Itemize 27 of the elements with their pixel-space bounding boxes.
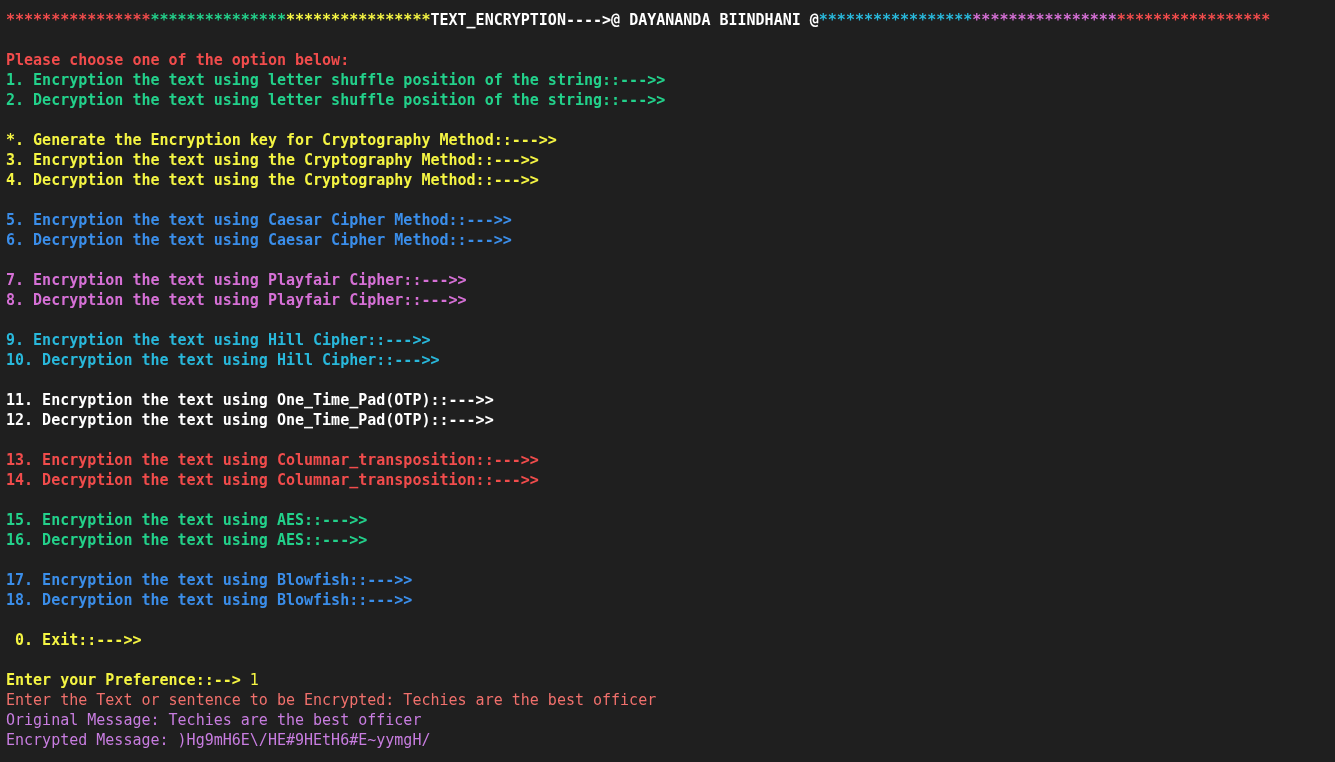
menu-option: 16. Decryption the text using AES::--->> [6, 530, 368, 550]
menu-option: 5. Encryption the text using Caesar Cipher Method::--->> [6, 210, 512, 230]
menu-option: 11. Encryption the text using One_Time_Pad(OTP)::--->> [6, 390, 494, 410]
input-value: 1 [249, 670, 259, 690]
prompt-label: Enter your Preference::--> [6, 670, 241, 690]
menu-option: 14. Decryption the text using Columnar_transposition::--->> [6, 470, 539, 490]
menu-option: 3. Encryption the text using the Cryptography Method::--->> [6, 150, 539, 170]
menu-option: 7. Encryption the text using Playfair Cipher::--->> [6, 270, 467, 290]
menu-option: 8. Decryption the text using Playfair Cipher::--->> [6, 290, 467, 310]
menu-option: 9. Encryption the text using Hill Cipher::--->> [6, 330, 431, 350]
menu-option: 2. Decryption the text using letter shuffle position of the string::--->> [6, 90, 666, 110]
output-line: Original Message: Techies are the best officer [6, 710, 422, 730]
menu-heading: Please choose one of the option below: [6, 50, 350, 70]
menu-option: 6. Decryption the text using Caesar Cipher Method::--->> [6, 230, 512, 250]
menu-option: 10. Decryption the text using Hill Cipher::--->> [6, 350, 440, 370]
output-line: Encrypted Message: )Hg9mH6E\/HE#9HEtH6#E~yymgH/ [6, 730, 431, 750]
menu-option: 17. Encryption the text using Blowfish::--->> [6, 570, 413, 590]
menu-option: 15. Encryption the text using AES::--->> [6, 510, 368, 530]
menu-option: 1. Encryption the text using letter shuffle position of the string::--->> [6, 70, 666, 90]
menu-option: 12. Decryption the text using One_Time_Pad(OTP)::--->> [6, 410, 494, 430]
banner-text: ***********************************************TEXT_ENCRYPTION---->@ DAYANANDA BIINDHANI @************************************************** [6, 10, 1271, 30]
menu-option: 4. Decryption the text using the Cryptography Method::--->> [6, 170, 539, 190]
menu-option: 0. Exit::--->> [6, 630, 142, 650]
menu-option: *. Generate the Encryption key for Cryptography Method::--->> [6, 130, 557, 150]
menu-option: 18. Decryption the text using Blowfish::--->> [6, 590, 413, 610]
output-line: Enter the Text or sentence to be Encrypted: Techies are the best officer [6, 690, 657, 710]
menu-option: 13. Encryption the text using Columnar_transposition::--->> [6, 450, 539, 470]
